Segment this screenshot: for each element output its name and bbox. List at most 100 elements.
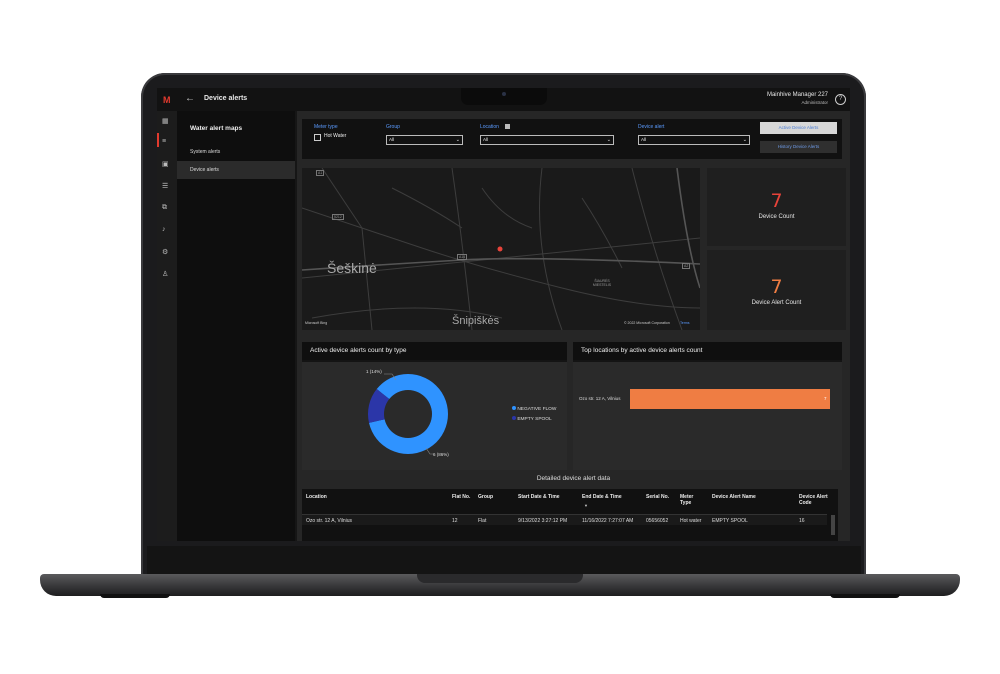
laptop-foot bbox=[100, 594, 170, 598]
table-cell: Hot water bbox=[680, 518, 702, 524]
donut-chart-card: Active device alerts count by type 1 (14… bbox=[302, 342, 567, 470]
location-select[interactable]: All ⌄ bbox=[480, 135, 614, 145]
donut-chart-title: Active device alerts count by type bbox=[302, 342, 567, 360]
group-value: All bbox=[389, 137, 395, 142]
side-panel: Water alert maps System alerts Device al… bbox=[177, 111, 295, 541]
road-label: A14 bbox=[457, 254, 468, 260]
legend-item[interactable]: EMPTY SPOOL bbox=[512, 416, 552, 422]
location-value: All bbox=[483, 137, 489, 142]
screen: M ← Device alerts Mainhive Manager 227 A… bbox=[157, 88, 850, 541]
device-count-value: 7 bbox=[770, 190, 783, 212]
bar-chart-card: Top locations by active device alerts co… bbox=[573, 342, 842, 470]
bar-chart-body: Ozo str. 12 A, Vilnius 7 bbox=[573, 362, 842, 470]
table-cell: 05656052 bbox=[646, 518, 669, 524]
location-label: Location bbox=[480, 124, 499, 130]
column-header[interactable]: End Date & Time bbox=[582, 494, 622, 500]
legend-label: EMPTY SPOOL bbox=[517, 417, 552, 422]
user-icon[interactable]: ♙ bbox=[162, 270, 168, 278]
device-alert-count-card: 7 Device Alert Count bbox=[707, 250, 846, 330]
column-header[interactable]: Device Alert Code bbox=[799, 494, 833, 506]
list-icon[interactable]: ☰ bbox=[162, 182, 168, 190]
map-attribution: Microsoft Bing bbox=[305, 321, 328, 325]
group-label: Group bbox=[386, 124, 400, 130]
column-header[interactable]: Meter Type bbox=[680, 494, 700, 506]
column-header[interactable]: Flat No. bbox=[452, 494, 470, 500]
map-place-label: Šnipiškės bbox=[452, 315, 500, 327]
camera-icon bbox=[502, 92, 506, 96]
meter-type-label: Meter type bbox=[314, 124, 338, 130]
donut-data-label: 6 (86%) bbox=[433, 452, 449, 457]
device-alert-count-value: 7 bbox=[770, 276, 783, 298]
road-label: A2 bbox=[682, 263, 691, 269]
laptop-foot bbox=[830, 594, 900, 598]
device-alert-select[interactable]: All ⌄ bbox=[638, 135, 750, 145]
table-cell: 12 bbox=[452, 518, 458, 524]
legend-swatch bbox=[512, 406, 516, 410]
location-filter-icon[interactable] bbox=[505, 124, 510, 129]
page-title: Device alerts bbox=[204, 95, 248, 102]
map-place-label: ŠIAURĖS MIESTELIS bbox=[592, 279, 612, 287]
table-scrollbar[interactable] bbox=[831, 515, 835, 535]
road-label: A1 bbox=[316, 170, 325, 176]
device-count-card: 7 Device Count bbox=[707, 168, 846, 246]
report-icon[interactable]: ≡ bbox=[162, 138, 166, 145]
table-title: Detailed device alert data bbox=[536, 475, 611, 482]
laptop-chin bbox=[147, 546, 861, 576]
map-terms-link[interactable]: Terms bbox=[680, 321, 690, 325]
sidepanel-title[interactable]: Water alert maps bbox=[190, 125, 242, 132]
settings-icon[interactable]: ⚙ bbox=[162, 248, 168, 256]
nav-rail: ▦ ≡ ▣ ☰ ⧉ ♪ ⚙ ♙ bbox=[157, 111, 177, 541]
back-arrow-icon[interactable]: ← bbox=[185, 93, 195, 104]
column-header[interactable]: Group bbox=[478, 494, 493, 500]
group-select[interactable]: All ⌄ bbox=[386, 135, 463, 145]
alert-table: Location Flat No. Group Start Date & Tim… bbox=[302, 489, 838, 541]
sidepanel-item-device-alerts[interactable]: Device alerts bbox=[177, 161, 295, 179]
device-alert-label: Device alert bbox=[638, 124, 665, 130]
chevron-down-icon: ⌄ bbox=[742, 137, 747, 143]
dashboard-icon[interactable]: ▦ bbox=[162, 117, 169, 125]
bar[interactable] bbox=[630, 389, 830, 409]
legend-label: NEGATIVE FLOW bbox=[517, 407, 557, 412]
bar-chart-title: Top locations by active device alerts co… bbox=[573, 342, 842, 360]
user-name[interactable]: Mainhive Manager 227 bbox=[767, 92, 828, 98]
map-place-label: Šeškinė bbox=[327, 260, 377, 276]
app-logo-icon[interactable]: M bbox=[163, 95, 171, 105]
hot-water-label: Hot Water bbox=[324, 133, 347, 139]
column-header[interactable]: Start Date & Time bbox=[518, 494, 560, 500]
laptop-base-notch bbox=[417, 574, 583, 583]
devices-icon[interactable]: ⧉ bbox=[162, 204, 167, 212]
column-header[interactable]: Location bbox=[306, 494, 327, 500]
table-cell: 9/13/2022 3:27:12 PM bbox=[518, 518, 568, 524]
device-alert-value: All bbox=[641, 137, 647, 142]
camera-notch bbox=[461, 88, 547, 105]
map-copyright: © 2022 Microsoft Corporation bbox=[624, 321, 670, 325]
main-content: Meter type Hot Water Group All ⌄ Locatio… bbox=[297, 111, 850, 541]
sidepanel-item-system-alerts[interactable]: System alerts bbox=[177, 143, 295, 161]
device-alert-count-label: Device Alert Count bbox=[751, 300, 802, 306]
image-icon[interactable]: ▣ bbox=[162, 160, 169, 168]
map-roads bbox=[302, 168, 700, 330]
road-label: 5212 bbox=[332, 214, 344, 220]
alert-map[interactable]: Šeškinė Šnipiškės ŠIAURĖS MIESTELIS A1 A… bbox=[302, 168, 700, 330]
chevron-down-icon: ⌄ bbox=[606, 137, 611, 143]
table-cell: Ozo str. 12 A, Vilnius bbox=[306, 518, 353, 524]
history-device-alerts-button[interactable]: History Device Alerts bbox=[760, 141, 837, 153]
bar-value-label: 7 bbox=[824, 396, 827, 401]
table-cell: 16 bbox=[799, 518, 805, 524]
user-role: Administrator bbox=[801, 100, 828, 105]
active-device-alerts-button[interactable]: Active Device Alerts bbox=[760, 122, 837, 134]
donut-data-label: 1 (14%) bbox=[366, 369, 382, 374]
device-count-label: Device Count bbox=[758, 214, 795, 220]
bell-icon[interactable]: ♪ bbox=[162, 226, 166, 233]
rail-active-indicator bbox=[157, 133, 159, 147]
hot-water-checkbox[interactable] bbox=[314, 134, 321, 141]
legend-item[interactable]: NEGATIVE FLOW bbox=[512, 406, 556, 412]
donut-chart-body: 1 (14%) 6 (86%) NEGATIVE FLOW EMPTY SPOO… bbox=[302, 362, 567, 470]
help-icon[interactable]: ? bbox=[835, 94, 846, 105]
chevron-down-icon: ⌄ bbox=[455, 137, 460, 143]
column-header[interactable]: Device Alert Name bbox=[712, 494, 756, 500]
table-cell: Flat bbox=[478, 518, 487, 524]
sort-desc-icon[interactable]: ▼ bbox=[584, 503, 588, 508]
filter-bar: Meter type Hot Water Group All ⌄ Locatio… bbox=[302, 119, 842, 159]
column-header[interactable]: Serial No. bbox=[646, 494, 669, 500]
